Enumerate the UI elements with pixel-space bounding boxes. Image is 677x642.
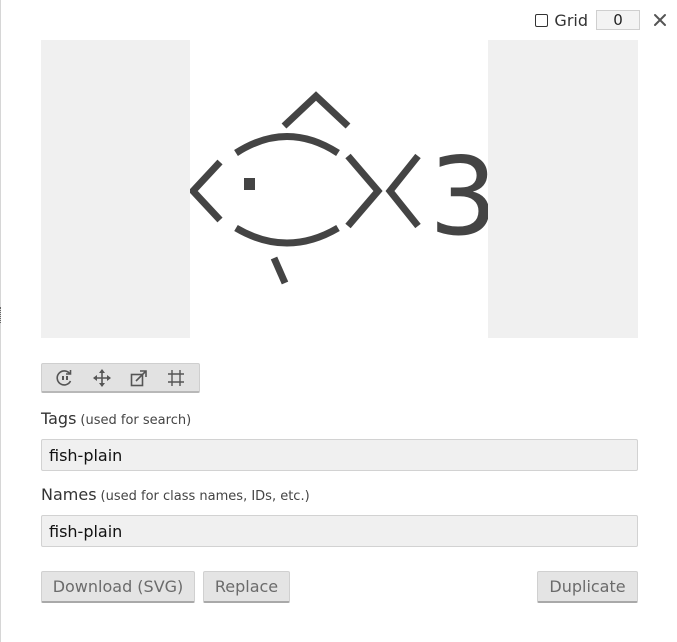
rotate-button[interactable]: [52, 366, 78, 390]
glyph-three: 3: [429, 135, 488, 260]
fish-plain-glyph: 3: [190, 91, 488, 285]
fish-eye: [244, 178, 255, 190]
move-icon: [92, 368, 111, 387]
icon-canvas: 3: [190, 40, 488, 338]
crop-button[interactable]: [163, 366, 189, 390]
names-label-text: Names: [41, 485, 97, 504]
tags-label-text: Tags: [41, 409, 77, 428]
transform-toolbar: [41, 363, 200, 393]
duplicate-button[interactable]: Duplicate: [537, 571, 638, 603]
download-svg-button[interactable]: Download (SVG): [41, 571, 195, 603]
names-label: Names (used for class names, IDs, etc.): [41, 485, 310, 504]
grid-label: Grid: [554, 10, 588, 30]
move-button[interactable]: [89, 366, 115, 390]
names-hint: (used for class names, IDs, etc.): [100, 489, 310, 504]
resize-button[interactable]: [126, 366, 152, 390]
resize-icon: [130, 369, 147, 386]
tags-input[interactable]: [41, 439, 638, 471]
tags-hint: (used for search): [80, 413, 192, 428]
top-controls: Grid: [535, 8, 667, 32]
resize-handle[interactable]: [0, 307, 3, 323]
tags-label: Tags (used for search): [41, 409, 191, 428]
grid-checkbox[interactable]: [535, 13, 549, 27]
icon-preview-area: 3: [41, 40, 638, 338]
close-icon[interactable]: [653, 13, 667, 27]
crop-icon: [168, 369, 185, 386]
rotate-icon: [56, 369, 71, 386]
replace-button[interactable]: Replace: [203, 571, 290, 603]
names-input[interactable]: [41, 515, 638, 547]
grid-size-input[interactable]: [596, 10, 640, 30]
